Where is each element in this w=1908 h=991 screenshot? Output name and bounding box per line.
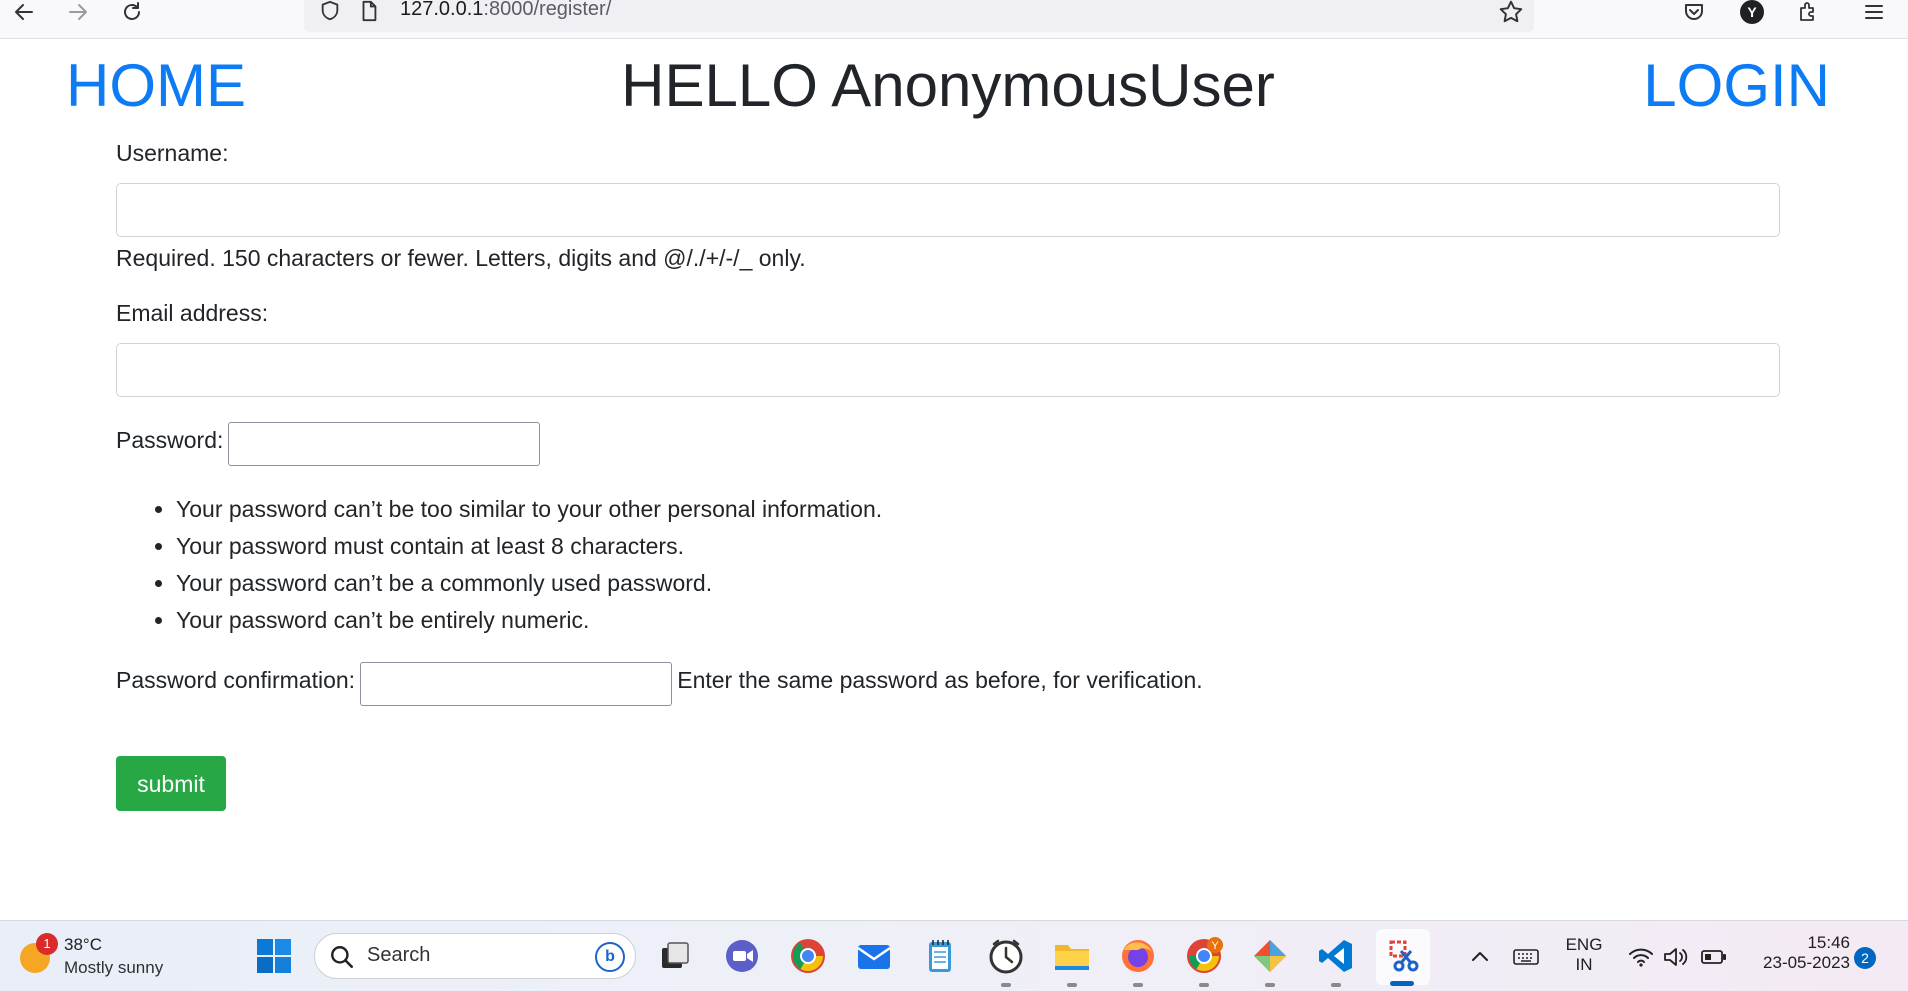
chrome-icon[interactable] (788, 936, 828, 976)
profile-avatar[interactable]: Y (1740, 0, 1764, 24)
forward-arrow-icon (69, 4, 87, 20)
wifi-icon[interactable] (1628, 945, 1654, 969)
clock-icon[interactable] (986, 936, 1026, 976)
taskbar-date: 23-05-2023 (1763, 953, 1850, 972)
password-confirmation-row: Password confirmation: Enter the same pa… (116, 657, 1782, 706)
windows-start-icon[interactable] (256, 938, 292, 974)
language-code: ENG (1565, 935, 1603, 954)
file-explorer-running-indicator (1067, 983, 1077, 987)
file-explorer-icon[interactable] (1052, 936, 1092, 976)
firefox-icon[interactable] (1118, 936, 1158, 976)
git-running-indicator (1265, 983, 1275, 987)
weather-widget[interactable]: 1 38°C Mostly sunny (16, 931, 216, 981)
extensions-icon[interactable] (1794, 0, 1822, 24)
bing-icon[interactable]: b (595, 942, 625, 972)
task-view-icon[interactable] (654, 936, 694, 976)
notepad-icon[interactable] (920, 936, 960, 976)
notification-badge[interactable]: 2 (1854, 947, 1876, 969)
firefox-running-indicator (1133, 983, 1143, 987)
mail-icon[interactable] (854, 936, 894, 976)
snipping-tool-icon[interactable] (1383, 936, 1423, 976)
snipping-tool-active-indicator (1390, 981, 1414, 986)
browser-toolbar: 127.0.0.1:8000/register/ Y (0, 0, 1908, 39)
back-button[interactable] (6, 0, 42, 24)
greeting-title: HELLO AnonymousUser (621, 52, 1275, 119)
username-label: Username: (116, 140, 229, 166)
chrome-profile-letter: Y (1211, 940, 1219, 952)
password-confirmation-help: Enter the same password as before, for v… (677, 667, 1203, 693)
password-rule: Your password can’t be a commonly used p… (176, 565, 1782, 602)
search-icon (331, 946, 354, 969)
page-icon (362, 0, 377, 22)
volume-icon[interactable] (1662, 945, 1690, 969)
clock-running-indicator (1001, 983, 1011, 987)
battery-icon[interactable] (1700, 945, 1728, 969)
git-icon[interactable] (1250, 936, 1290, 976)
password-row: Password: (116, 417, 1782, 466)
clock-area[interactable]: 15:46 23-05-2023 (1740, 933, 1850, 973)
register-form: Username: Required. 150 characters or fe… (116, 140, 1782, 811)
taskbar-time: 15:46 (1807, 933, 1850, 952)
taskbar-search[interactable]: Search b (314, 933, 636, 979)
url-host: 127.0.0.1 (400, 0, 484, 20)
username-input[interactable] (116, 183, 1780, 237)
reload-button[interactable] (114, 0, 150, 24)
keyboard-icon[interactable] (1512, 945, 1540, 969)
home-link[interactable]: HOME (66, 56, 246, 116)
star-icon[interactable] (1498, 0, 1524, 25)
back-arrow-icon (15, 4, 33, 20)
password-label: Password: (116, 427, 224, 453)
language-indicator[interactable]: ENG IN (1560, 935, 1608, 975)
page-header: HELLO AnonymousUser HOME LOGIN (0, 40, 1908, 140)
hamburger-menu-icon[interactable] (1860, 0, 1888, 24)
weather-temperature: 38°C (64, 935, 102, 954)
password-confirmation-label: Password confirmation: (116, 667, 356, 693)
login-link[interactable]: LOGIN (1643, 56, 1830, 116)
password-rules-list: Your password can’t be too similar to yo… (116, 491, 1782, 639)
vscode-running-indicator (1331, 983, 1341, 987)
url-text[interactable]: 127.0.0.1:8000/register/ (400, 0, 611, 21)
shield-icon[interactable] (318, 0, 342, 22)
search-label: Search (367, 944, 431, 966)
email-input[interactable] (116, 343, 1780, 397)
password-input[interactable] (228, 421, 541, 466)
username-help-text: Required. 150 characters or fewer. Lette… (116, 245, 806, 271)
email-label: Email address: (116, 300, 269, 326)
password-confirmation-input[interactable] (360, 661, 673, 706)
teams-chat-icon[interactable] (722, 936, 762, 976)
url-path: :8000/register/ (483, 0, 612, 20)
language-region: IN (1575, 955, 1593, 974)
password-rule: Your password can’t be too similar to yo… (176, 491, 1782, 528)
taskbar: 1 38°C Mostly sunny Search b Y ENG IN 15… (0, 920, 1908, 991)
forward-button[interactable] (60, 0, 96, 24)
pocket-icon[interactable] (1680, 0, 1708, 24)
vscode-icon[interactable] (1316, 936, 1356, 976)
password-rule: Your password must contain at least 8 ch… (176, 528, 1782, 565)
weather-badge: 1 (36, 933, 58, 955)
browser-right-tools: Y (1648, 0, 1908, 26)
chrome-profile-running-indicator (1199, 983, 1209, 987)
weather-condition: Mostly sunny (64, 958, 164, 977)
submit-button[interactable]: submit (116, 756, 226, 811)
chevron-up-icon[interactable] (1468, 945, 1492, 969)
chrome-profile-icon[interactable]: Y (1184, 936, 1224, 976)
address-bar[interactable]: 127.0.0.1:8000/register/ (304, 0, 1534, 32)
reload-icon (124, 2, 140, 20)
password-rule: Your password can’t be entirely numeric. (176, 602, 1782, 639)
